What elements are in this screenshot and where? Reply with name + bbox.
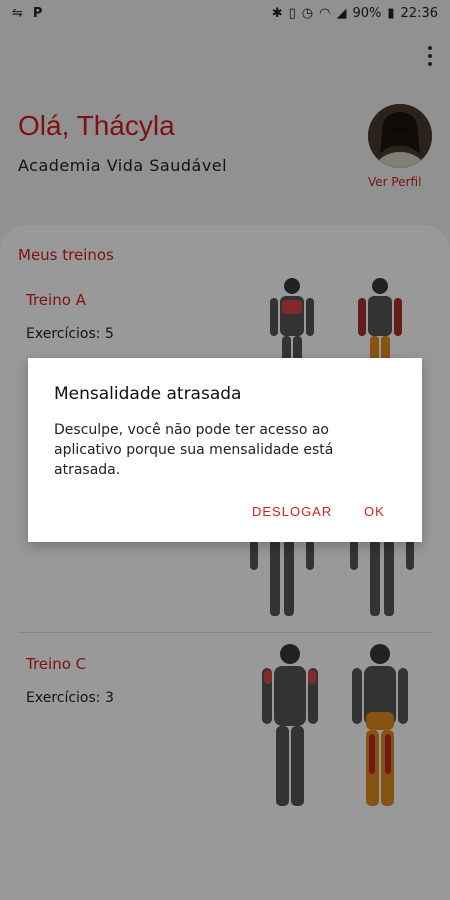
- dialog-title: Mensalidade atrasada: [54, 384, 242, 404]
- logout-button[interactable]: DESLOGAR: [252, 504, 332, 519]
- ok-button[interactable]: OK: [364, 504, 385, 519]
- payment-overdue-dialog: Mensalidade atrasada Desculpe, você não …: [28, 358, 422, 542]
- dialog-message: Desculpe, você não pode ter acesso ao ap…: [54, 422, 334, 478]
